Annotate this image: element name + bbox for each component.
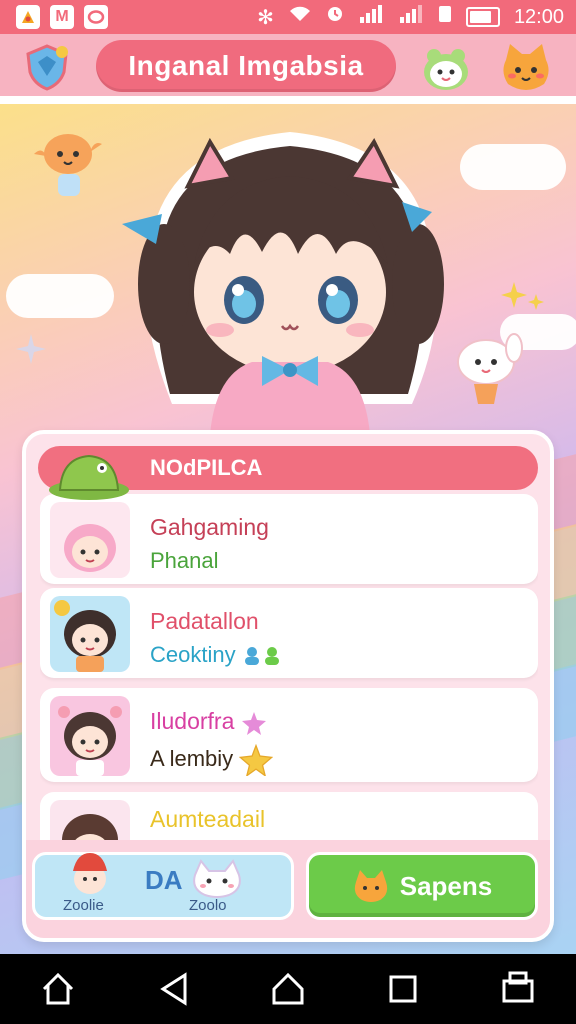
back-icon[interactable] [149, 965, 197, 1013]
dag-sub-label-2: Zoolo [189, 897, 227, 914]
list-item[interactable]: Gahgaming Phanal [40, 494, 538, 584]
flying-mascot-icon [34, 134, 102, 196]
row-subtitle: A lembiy [150, 743, 274, 778]
sapens-button-label: Sapens [399, 870, 493, 901]
row-title: Aumteadail [150, 806, 266, 832]
frog-mascot-icon[interactable] [420, 42, 472, 94]
battery-icon [465, 7, 500, 27]
avatar [50, 596, 130, 672]
list-item[interactable]: Aumteadail [40, 792, 538, 844]
chat-icon [84, 5, 108, 29]
frog-hat-icon [49, 454, 129, 500]
bluetooth-icon: ✻ [257, 6, 274, 29]
clock: 12:00 [513, 5, 564, 28]
home-icon[interactable] [34, 965, 82, 1013]
orange-cat-icon [354, 870, 387, 902]
row-subtitle-text: Ceoktiny [150, 642, 236, 667]
wifi-icon [288, 5, 312, 29]
friends-icon [244, 647, 279, 666]
row-title: Gahgaming [150, 514, 269, 540]
app-notification-icon [16, 5, 40, 29]
notification-icons: M [0, 5, 108, 29]
cloud [460, 144, 566, 190]
dag-sub-label-1: Zoolie [63, 897, 104, 914]
character-list-panel: NOdPILCA Gahgaming Phanal Padatallon Ceo… [22, 430, 554, 942]
cloud [6, 274, 114, 318]
sparkle-star-icon [241, 711, 266, 735]
list-item[interactable]: Padatallon Ceoktiny [40, 588, 538, 678]
sparkle-icon [16, 334, 46, 364]
dag-button[interactable]: Zoolie DA Zoolo [32, 852, 294, 920]
status-bar: M ✻ 12:00 [0, 0, 576, 34]
row-title: Padatallon [150, 608, 259, 634]
shield-icon[interactable] [22, 42, 72, 92]
screenshot-icon[interactable] [494, 965, 542, 1013]
character-list[interactable]: Gahgaming Phanal Padatallon Ceoktiny Ilu… [40, 474, 538, 844]
recent-apps-icon[interactable] [379, 965, 427, 1013]
white-cat-icon [193, 859, 241, 898]
cat-face-icon[interactable] [498, 42, 550, 94]
avatar [50, 502, 130, 578]
red-cap-kid-icon [73, 853, 107, 894]
row-subtitle: Phanal [150, 548, 219, 573]
dag-button-label: DA [145, 865, 183, 895]
app-header: Inganal Imgabsia [0, 34, 576, 100]
star-sparkle-icon [501, 282, 544, 310]
row-title-text: Iludorfra [150, 708, 235, 734]
list-item[interactable]: Iludorfra A lembiy [40, 688, 538, 782]
system-icons: ✻ 12:00 [257, 5, 576, 30]
avatar [50, 696, 130, 776]
row-subtitle: Ceoktiny [150, 642, 284, 668]
home-button-icon[interactable] [264, 965, 312, 1013]
star-icon [239, 743, 274, 778]
avatar [50, 800, 130, 844]
system-nav-bar [0, 954, 576, 1024]
row-subtitle-text: A lembiy [150, 745, 234, 771]
sim-icon [438, 5, 452, 29]
page-title: Inganal Imgabsia [96, 40, 396, 92]
sapens-button[interactable]: Sapens [306, 852, 538, 920]
row-title: Iludorfra [150, 708, 267, 735]
chibi-girl-character [122, 132, 444, 434]
signal-icon [358, 5, 384, 29]
bottom-action-bar: Zoolie DA Zoolo Sapens [26, 840, 550, 938]
hero-illustration: NOdPILCA Gahgaming Phanal Padatallon Ceo… [0, 104, 576, 954]
signal-icon-2 [398, 5, 424, 29]
gmail-icon: M [50, 5, 74, 29]
alarm-icon [326, 5, 344, 29]
